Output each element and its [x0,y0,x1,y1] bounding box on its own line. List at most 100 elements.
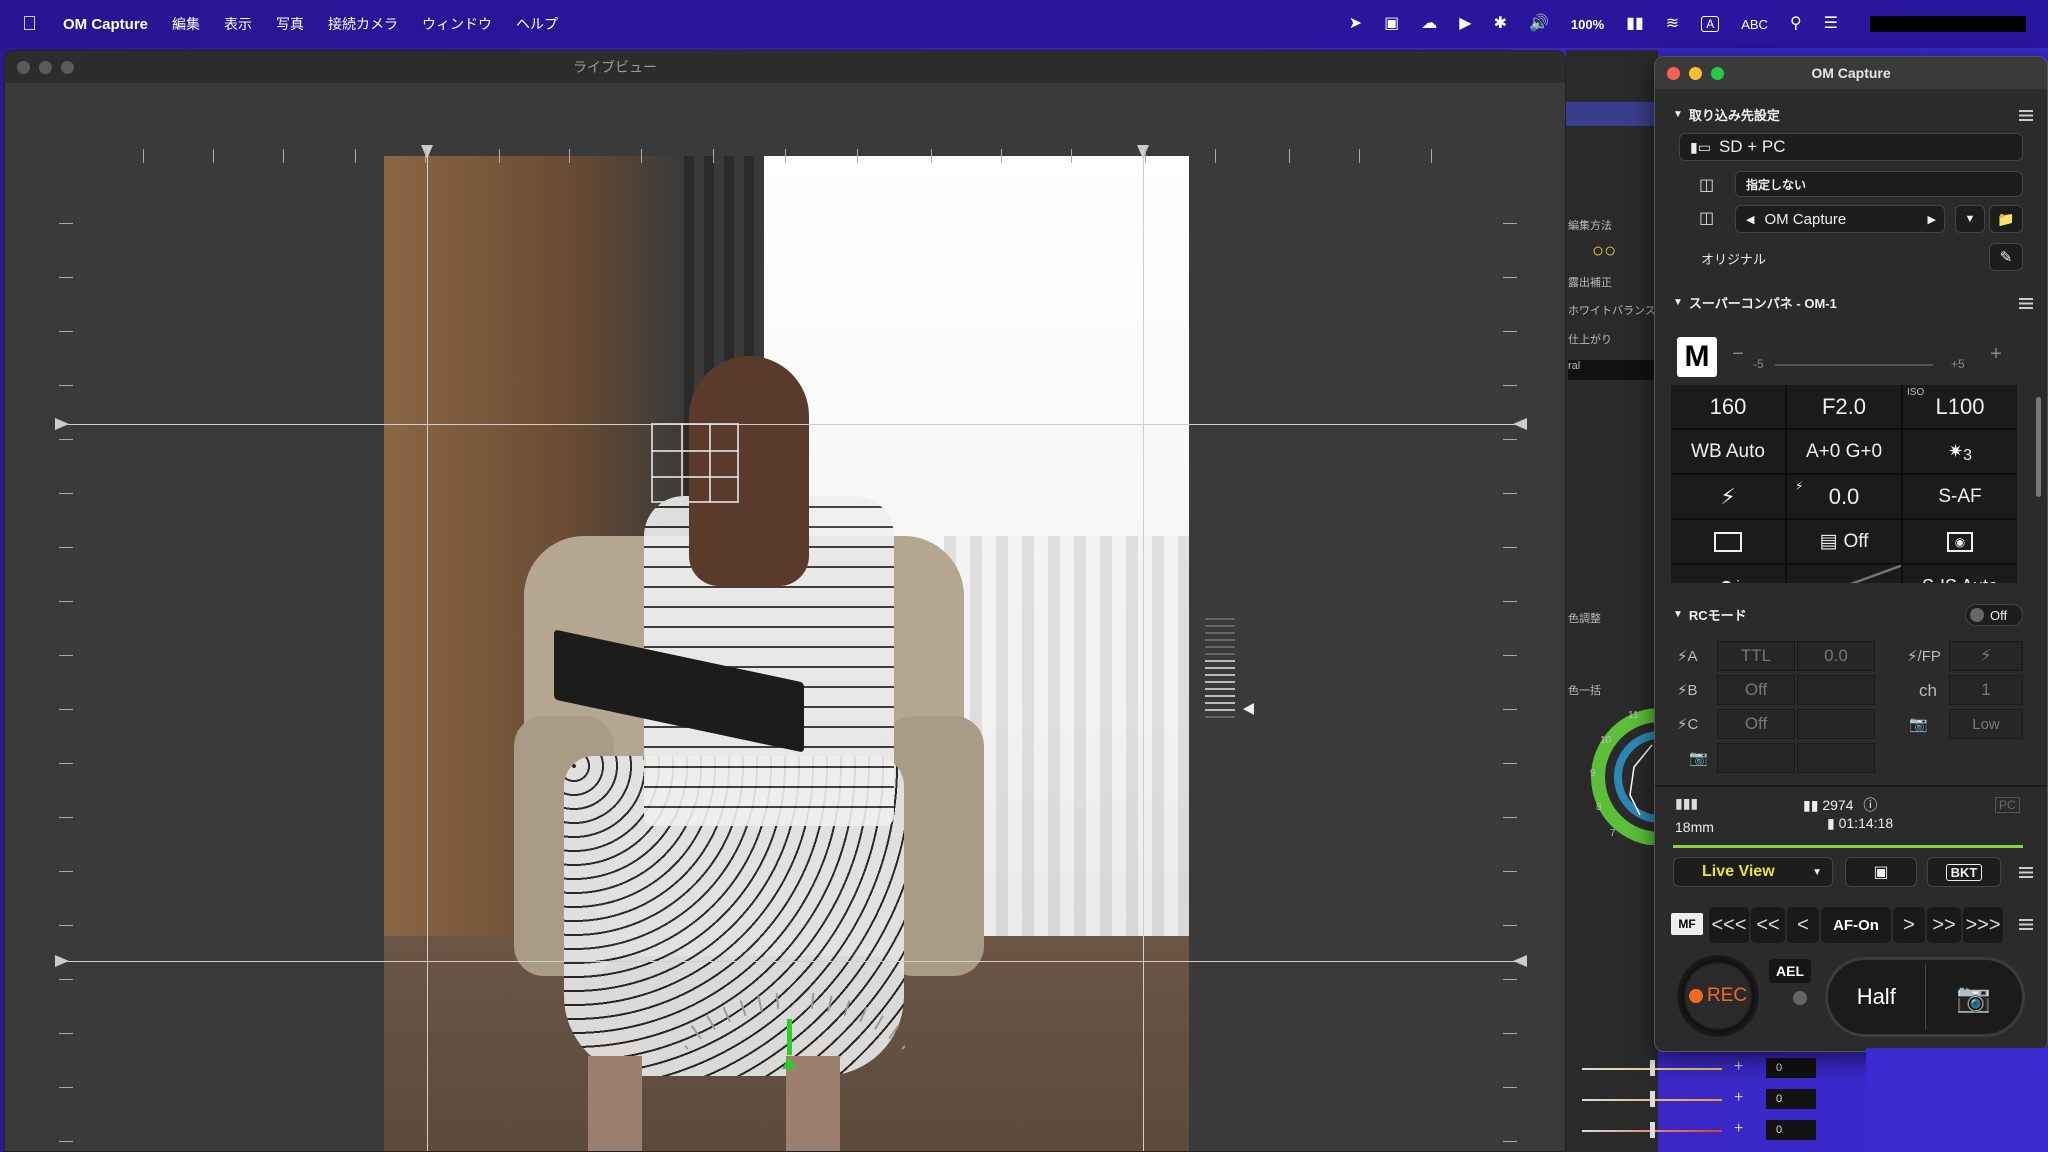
play-icon[interactable]: ▶ [1459,16,1471,32]
focus-near-3-button[interactable]: >>> [1963,907,2003,943]
wb-compensation-cell[interactable]: A+0 G+0 [1787,430,1901,473]
guide-handle-right-bottom[interactable] [1513,955,1527,967]
picture-mode-cell[interactable]: ✷ 3 [1903,430,2017,473]
folder-option-selector[interactable]: 指定しない [1735,171,2023,197]
iso-cell[interactable]: ISO L100 [1903,385,2017,428]
spotlight-search-icon[interactable]: ⚲ [1790,16,1802,32]
rc-b-comp[interactable] [1797,675,1875,705]
apple-menu-icon[interactable]:  [22,13,37,36]
adjust-slider-3-plus[interactable]: + [1734,1120,1743,1138]
info-icon[interactable]: ⓘ [1863,797,1877,813]
face-priority-cell[interactable]: ☻ i [1671,565,1785,583]
af-target-frame[interactable] [651,423,739,503]
adjust-slider-3-knob[interactable] [1650,1122,1655,1138]
menu-edit[interactable]: 編集 [172,14,200,34]
color-mode-icon[interactable]: ○○ [1592,240,1616,263]
bluetooth-icon[interactable]: ✱ [1494,16,1507,32]
rc-mode-header[interactable]: ▼ RCモード [1673,605,1747,624]
guide-handle-top-left[interactable] [421,145,433,159]
rc-channel-cell[interactable]: 1 [1949,675,2023,705]
focus-near-1-button[interactable]: > [1893,907,1925,943]
edit-pencil-button[interactable]: ✎ [1989,243,2023,271]
flash-compensation-cell[interactable]: ⚡ 0.0 [1787,475,1901,518]
bkt-button[interactable]: BKT [1927,857,2001,887]
rc-mode-toggle[interactable]: Off [1965,604,2023,626]
aspect-ratio-cell[interactable] [1671,520,1785,563]
focus-far-1-button[interactable]: < [1787,907,1819,943]
menu-help[interactable]: ヘルプ [516,14,558,34]
aperture-cell[interactable]: F2.0 [1787,385,1901,428]
mf-button[interactable]: MF [1671,913,1703,935]
shutter-release-button[interactable]: 📷 [1926,981,2023,1014]
half-press-button[interactable]: Half [1828,964,1926,1030]
af-on-button[interactable]: AF-On [1821,907,1891,943]
live-view-selector[interactable]: Live View ▼ [1673,857,1833,887]
live-view-mode-button[interactable]: ▣ [1845,857,1917,887]
guide-handle-right-top[interactable] [1513,418,1527,430]
rc-a-comp[interactable]: 0.0 [1797,641,1875,671]
folder-dropdown-button[interactable]: ▼ [1955,205,1985,233]
adjust-slider-1-plus[interactable]: + [1734,1058,1743,1076]
af-mode-cell[interactable]: S-AF [1903,475,2017,518]
rc-b-mode[interactable]: Off [1717,675,1795,705]
guide-handle-left-bottom[interactable] [55,955,69,967]
shutter-speed-cell[interactable]: 160 [1671,385,1785,428]
menu-app-name[interactable]: OM Capture [63,16,148,33]
exposure-minus-button[interactable]: − [1725,339,1751,369]
menu-window[interactable]: ウィンドウ [422,14,492,34]
input-source-label[interactable]: ABC [1741,17,1768,32]
scp-menu-icon[interactable] [2019,298,2033,309]
stabilizer-cell[interactable]: S-IS Auto [1903,565,2017,583]
scp-header[interactable]: ▼ スーパーコンパネ - OM-1 [1673,293,1837,312]
adjust-slider-1-knob[interactable] [1650,1060,1655,1076]
stage-manager-icon[interactable]: ➤ [1349,16,1362,32]
adjust-slider-2-plus[interactable]: + [1734,1089,1743,1107]
destination-selector[interactable]: ▮▭ SD + PC [1679,133,2023,161]
menu-view[interactable]: 表示 [224,14,252,34]
rc-camera-cell-2[interactable] [1797,743,1875,773]
scp-scrollbar[interactable] [2036,397,2041,497]
control-center-icon[interactable]: ☰ [1824,16,1838,32]
folder-name-field[interactable]: ◀ OM Capture ▶ [1735,205,1945,233]
guide-line-vertical-left[interactable] [427,156,428,1151]
rc-a-mode[interactable]: TTL [1717,641,1795,671]
guide-line-horizontal-bottom[interactable] [60,961,1522,962]
liveview-canvas[interactable] [5,83,1565,1151]
menu-camera[interactable]: 接続カメラ [328,14,398,34]
controls-menu-icon[interactable] [2019,867,2033,878]
rc-c-mode[interactable]: Off [1717,709,1795,739]
guide-handle-top-right[interactable] [1137,145,1149,159]
adjust-slider-3-value[interactable]: 0 [1766,1120,1816,1140]
folder-browse-button[interactable]: 📁 [1989,205,2023,233]
cloud-icon[interactable]: ☁ [1421,16,1437,32]
wifi-icon[interactable]: ≋ [1666,16,1679,32]
menu-photo[interactable]: 写真 [276,14,304,34]
app-status-icon[interactable]: ▣ [1384,16,1399,32]
focus-near-2-button[interactable]: >> [1927,907,1961,943]
exposure-plus-button[interactable]: + [1983,339,2009,369]
import-settings-header[interactable]: ▼ 取り込み先設定 [1673,105,1780,124]
flash-mode-cell[interactable]: ⚡ [1671,475,1785,518]
guide-line-vertical-right[interactable] [1143,156,1144,1151]
adjust-slider-2-knob[interactable] [1650,1091,1655,1107]
adjust-slider-1-value[interactable]: 0 [1766,1058,1816,1078]
focus-far-2-button[interactable]: << [1751,907,1785,943]
rc-c-comp[interactable] [1797,709,1875,739]
exposure-scale[interactable] [1775,364,1933,366]
battery-icon[interactable]: ▮▮ [1626,16,1644,32]
guide-line-horizontal-top[interactable] [60,424,1522,425]
folder-prev-icon[interactable]: ◀ [1736,213,1764,226]
rc-power-cell[interactable]: Low [1949,709,2023,739]
adjust-slider-2-value[interactable]: 0 [1766,1089,1816,1109]
metering-cell[interactable]: ◉ [1903,520,2017,563]
color-wheel-icon[interactable] [1590,705,1658,845]
exposure-mode-badge[interactable]: M [1677,337,1717,377]
input-source-icon[interactable]: A [1701,16,1720,32]
drive-mode-cell[interactable]: ▤ Off [1787,520,1901,563]
rc-fp-cell[interactable]: ⚡ [1949,641,2023,671]
bg-picture-mode-field[interactable]: ral [1568,360,1658,380]
ael-button[interactable]: AEL [1769,959,1811,983]
rec-button[interactable]: REC [1677,955,1759,1037]
focus-far-3-button[interactable]: <<< [1709,907,1749,943]
white-balance-cell[interactable]: WB Auto [1671,430,1785,473]
